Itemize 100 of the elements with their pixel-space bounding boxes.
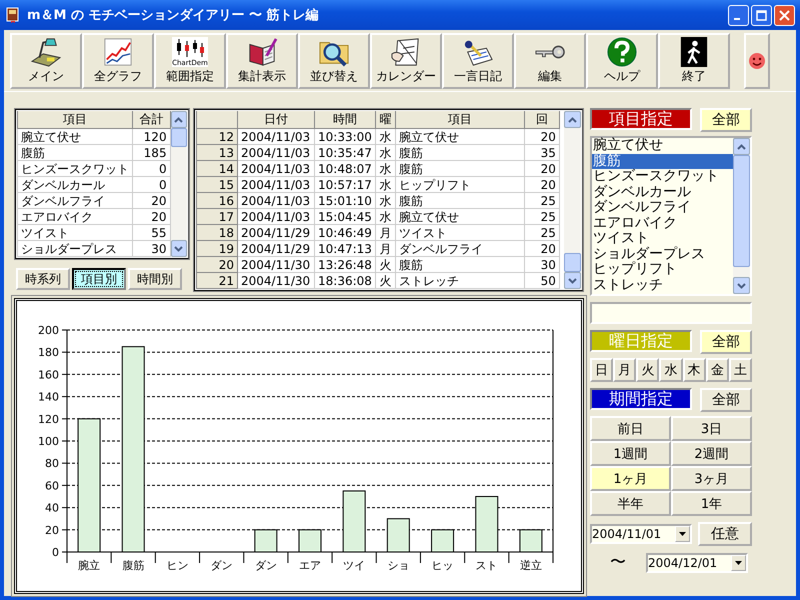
column-header[interactable] <box>196 111 238 128</box>
scrollbar-thumb[interactable] <box>733 155 750 267</box>
table-cell: 月 <box>375 240 396 256</box>
toolbar-button[interactable]: 並び替え <box>298 33 370 89</box>
table-cell: 2004/11/03 <box>238 160 314 176</box>
toolbar-button[interactable]: 終了 <box>658 33 730 89</box>
minimize-button[interactable] <box>728 4 749 26</box>
all-button[interactable]: 全部 <box>700 108 752 132</box>
view-tab[interactable]: 項目別 <box>72 268 126 290</box>
weekday-button[interactable]: 土 <box>728 358 752 382</box>
table-cell: 2004/11/30 <box>238 256 314 272</box>
weekday-button[interactable]: 水 <box>659 358 683 382</box>
toolbar-button[interactable]: カレンダー <box>370 33 442 89</box>
y-tick-label: 140 <box>38 390 59 404</box>
column-header[interactable]: 項目 <box>395 111 524 128</box>
x-tick-label: 逆立 <box>520 559 542 572</box>
period-button[interactable]: 1週間 <box>590 441 671 466</box>
section-header: 期間指定 <box>590 388 692 410</box>
table-cell: 13:26:48 <box>314 256 376 272</box>
weekday-button[interactable]: 月 <box>613 358 636 382</box>
row-number: 12 <box>196 128 238 144</box>
list-item[interactable]: エアロバイク <box>592 216 733 231</box>
list-item[interactable]: ダンベルカール <box>592 184 733 200</box>
table-cell: 15:01:10 <box>314 192 376 208</box>
close-button[interactable] <box>774 4 795 26</box>
list-item[interactable]: ツイスト <box>592 231 733 246</box>
scroll-up-button[interactable] <box>170 111 187 128</box>
column-header[interactable]: 曜 <box>375 111 396 128</box>
table-cell: 2004/11/29 <box>238 240 314 256</box>
toolbar-button[interactable]: 編集 <box>514 33 586 89</box>
y-tick-label: 180 <box>38 346 59 360</box>
table-cell: 20 <box>524 176 560 192</box>
x-tick-label: ヒン <box>166 559 188 572</box>
table-cell: 10:57:17 <box>314 176 376 192</box>
scrollbar-thumb[interactable] <box>564 253 581 272</box>
smiley-button[interactable] <box>744 33 770 89</box>
date-dropdown[interactable]: 2004/11/01 <box>590 524 692 544</box>
weekday-button[interactable]: 日 <box>590 358 614 382</box>
table-cell: 2004/11/29 <box>238 224 314 240</box>
scroll-down-button[interactable] <box>733 277 750 294</box>
table-cell: ダンベルカール <box>18 176 132 192</box>
table-cell: 0 <box>132 176 170 192</box>
toolbar-button[interactable]: メイン <box>10 33 82 89</box>
table-cell: 腹筋 <box>18 144 132 160</box>
x-tick-label: エア <box>299 559 321 572</box>
period-button[interactable]: 2週間 <box>671 441 752 466</box>
column-header[interactable]: 回 <box>524 111 560 128</box>
list-item[interactable]: 腕立て伏せ <box>592 138 733 154</box>
chevron-down-icon <box>568 278 577 284</box>
weekday-button[interactable]: 火 <box>636 358 660 382</box>
chevron-down-icon <box>174 246 184 252</box>
maximize-button[interactable] <box>751 4 772 26</box>
table-cell: 25 <box>524 224 560 240</box>
list-item[interactable]: 腹筋 <box>592 154 733 169</box>
toolbar-button[interactable]: ヘルプ <box>586 33 658 89</box>
toolbar-button[interactable]: 全グラフ <box>82 33 154 89</box>
scroll-down-button[interactable] <box>564 272 581 289</box>
table-cell: 水 <box>375 208 396 224</box>
column-header[interactable]: 時間 <box>314 111 376 128</box>
date-dropdown[interactable]: 2004/12/01 <box>646 552 748 572</box>
scroll-up-button[interactable] <box>733 138 750 155</box>
text-field[interactable] <box>590 302 752 324</box>
list-item[interactable]: ダンベルフライ <box>592 200 733 216</box>
table-cell: 腹筋 <box>395 144 524 160</box>
list-item[interactable]: ストレッチ <box>592 278 733 293</box>
list-item[interactable]: ヒンズースクワット <box>592 169 733 184</box>
scrollbar[interactable] <box>733 138 750 294</box>
period-button[interactable]: 1年 <box>671 491 752 516</box>
period-button[interactable]: 半年 <box>590 491 671 516</box>
view-tab[interactable]: 時系列 <box>16 268 70 290</box>
weekday-button[interactable]: 木 <box>682 358 706 382</box>
help-icon <box>605 37 639 67</box>
weekday-button[interactable]: 金 <box>706 358 729 382</box>
y-tick-label: 40 <box>45 502 59 515</box>
column-header[interactable]: 項目 <box>18 111 132 128</box>
period-button[interactable]: 前日 <box>590 416 671 441</box>
table-cell: 2004/11/03 <box>238 208 314 224</box>
book-icon <box>5 7 21 23</box>
toolbar-button[interactable]: 一言日記 <box>442 33 514 89</box>
table-cell: 50 <box>524 272 560 288</box>
column-header[interactable]: 合計 <box>132 111 170 128</box>
period-button[interactable]: 3日 <box>671 416 752 441</box>
all-button[interactable]: 全部 <box>700 388 752 412</box>
period-button[interactable]: 1ヶ月 <box>590 466 671 491</box>
custom-button[interactable]: 任意 <box>698 522 752 546</box>
all-button[interactable]: 全部 <box>700 330 752 354</box>
table-cell: ヒンズースクワット <box>18 160 132 176</box>
scrollbar[interactable] <box>564 111 581 289</box>
scrollbar-thumb[interactable] <box>170 128 187 147</box>
scrollbar[interactable] <box>170 111 187 257</box>
scroll-down-button[interactable] <box>170 240 187 257</box>
table-cell: 月 <box>375 224 396 240</box>
toolbar-button[interactable]: 集計表示 <box>226 33 298 89</box>
view-tab[interactable]: 時間別 <box>128 268 182 290</box>
range-separator: 〜 <box>610 552 627 573</box>
period-button[interactable]: 3ヶ月 <box>671 466 752 491</box>
scroll-up-button[interactable] <box>564 111 581 128</box>
list-item[interactable]: ヒップリフト <box>592 262 733 278</box>
column-header[interactable]: 日付 <box>238 111 314 128</box>
list-item[interactable]: ショルダープレス <box>592 246 733 262</box>
